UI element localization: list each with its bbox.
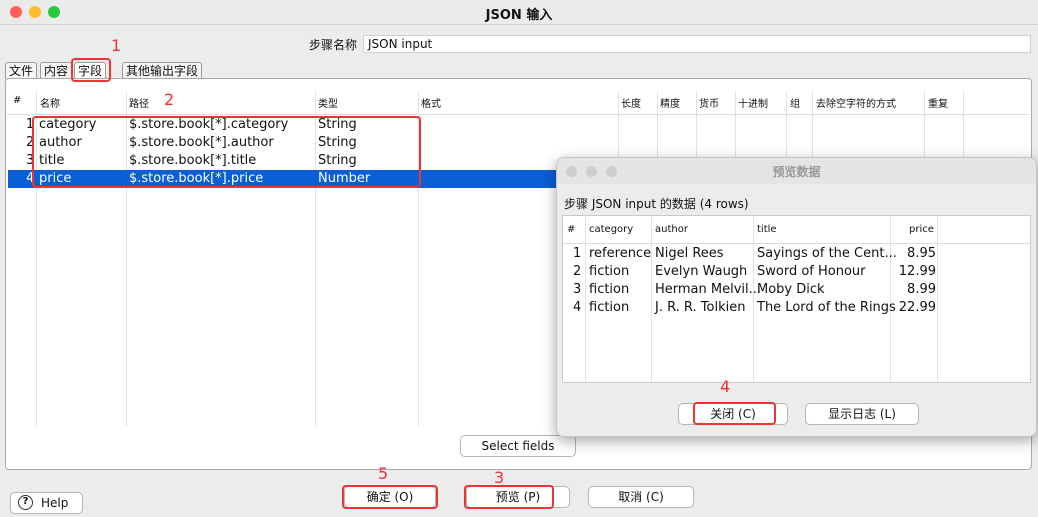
annotation-number-5: 5 bbox=[378, 464, 389, 483]
preview-author: J. R. R. Tolkien bbox=[655, 300, 746, 315]
tab-other-output-fields[interactable]: 其他输出字段 bbox=[122, 62, 203, 79]
col-header-name[interactable]: 名称 bbox=[40, 95, 60, 110]
annotation-box-preview-button bbox=[464, 485, 554, 509]
preview-dialog: 预览数据 步骤 JSON input 的数据 (4 rows) # catego… bbox=[556, 157, 1037, 437]
help-button[interactable]: ? Help bbox=[10, 492, 83, 514]
preview-col-author[interactable]: author bbox=[655, 224, 688, 235]
preview-col-title[interactable]: title bbox=[757, 224, 777, 235]
col-header-decimal[interactable]: 十进制 bbox=[738, 95, 768, 110]
preview-price: 22.99 bbox=[898, 300, 936, 315]
step-name-field[interactable]: JSON input bbox=[363, 35, 1031, 53]
tab-file[interactable]: 文件 bbox=[5, 62, 38, 79]
help-icon: ? bbox=[18, 495, 33, 510]
annotation-number-3: 3 bbox=[494, 468, 505, 487]
preview-num: 3 bbox=[573, 282, 582, 297]
preview-category: fiction bbox=[589, 264, 630, 279]
preview-col-category[interactable]: category bbox=[589, 224, 633, 235]
preview-num: 4 bbox=[573, 300, 582, 315]
annotation-number-2: 2 bbox=[164, 90, 175, 109]
preview-price: 12.99 bbox=[898, 264, 936, 279]
show-log-button[interactable]: 显示日志 (L) bbox=[805, 403, 919, 425]
annotation-box-ok-button bbox=[342, 485, 438, 509]
preview-col-num: # bbox=[567, 224, 576, 235]
annotation-number-4: 4 bbox=[720, 377, 731, 396]
preview-price: 8.95 bbox=[907, 246, 936, 261]
preview-subtitle: 步骤 JSON input 的数据 (4 rows) bbox=[564, 197, 749, 211]
preview-header-divider bbox=[563, 243, 1030, 244]
select-fields-button[interactable]: Select fields bbox=[460, 435, 576, 457]
header-divider bbox=[7, 114, 1030, 115]
help-label: Help bbox=[41, 496, 69, 510]
annotation-box-fields-tab bbox=[71, 58, 111, 82]
col-header-num: # bbox=[13, 95, 22, 106]
annotation-number-1: 1 bbox=[111, 36, 122, 55]
preview-title: Moby Dick bbox=[757, 282, 825, 297]
col-header-length[interactable]: 长度 bbox=[621, 95, 641, 110]
step-name-label: 步骤名称 bbox=[309, 38, 358, 52]
preview-category: reference bbox=[589, 246, 652, 261]
preview-row[interactable]: 4 fiction J. R. R. Tolkien The Lord of t… bbox=[563, 299, 1030, 317]
col-header-trim[interactable]: 去除空字符的方式 bbox=[816, 95, 896, 110]
preview-title: Sword of Honour bbox=[757, 264, 866, 279]
preview-author: Evelyn Waugh bbox=[655, 264, 748, 279]
col-header-format[interactable]: 格式 bbox=[421, 95, 441, 110]
preview-author: Nigel Rees bbox=[655, 246, 724, 261]
preview-row[interactable]: 2 fiction Evelyn Waugh Sword of Honour 1… bbox=[563, 263, 1030, 281]
dialog-title: 预览数据 bbox=[772, 165, 821, 179]
preview-author: Herman Melvil... bbox=[655, 282, 762, 297]
preview-title: The Lord of the Rings bbox=[757, 300, 896, 315]
col-header-repeat[interactable]: 重复 bbox=[928, 95, 948, 110]
col-header-precision[interactable]: 精度 bbox=[660, 95, 680, 110]
preview-category: fiction bbox=[589, 282, 630, 297]
preview-title: Sayings of the Cent... bbox=[757, 246, 897, 261]
preview-category: fiction bbox=[589, 300, 630, 315]
annotation-box-field-rows bbox=[32, 116, 421, 188]
col-header-currency[interactable]: 货币 bbox=[699, 95, 719, 110]
col-header-group[interactable]: 组 bbox=[790, 95, 800, 110]
annotation-box-close-button bbox=[693, 402, 776, 425]
preview-num: 1 bbox=[573, 246, 582, 261]
window-title: JSON 输入 bbox=[485, 8, 553, 23]
preview-num: 2 bbox=[573, 264, 582, 279]
tab-content[interactable]: 内容 bbox=[40, 62, 73, 79]
col-header-type[interactable]: 类型 bbox=[318, 95, 338, 110]
preview-row[interactable]: 1 reference Nigel Rees Sayings of the Ce… bbox=[563, 245, 1030, 263]
col-header-path[interactable]: 路径 bbox=[129, 95, 149, 110]
preview-col-price[interactable]: price bbox=[909, 224, 934, 235]
preview-price: 8.99 bbox=[907, 282, 936, 297]
preview-row[interactable]: 3 fiction Herman Melvil... Moby Dick 8.9… bbox=[563, 281, 1030, 299]
cancel-button[interactable]: 取消 (C) bbox=[588, 486, 694, 508]
preview-table: # category author title price 1 referenc… bbox=[562, 215, 1031, 383]
